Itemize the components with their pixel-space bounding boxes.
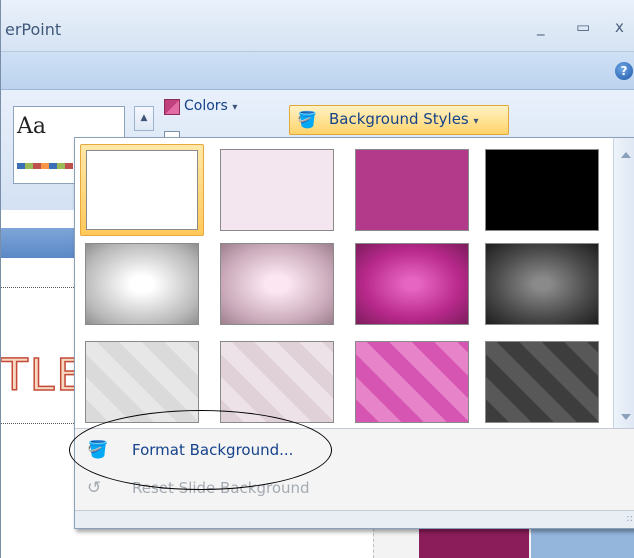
dropdown-resize-grip[interactable]: :: bbox=[75, 510, 634, 528]
app-title: erPoint bbox=[5, 20, 62, 39]
background-style-swatch bbox=[355, 341, 469, 423]
grip-icon: :: bbox=[626, 513, 633, 524]
format-background-label: Format Background... bbox=[132, 441, 294, 459]
help-icon[interactable]: ? bbox=[615, 62, 633, 80]
title-placeholder-top-border bbox=[1, 287, 76, 288]
background-style-11[interactable] bbox=[350, 336, 474, 428]
colors-icon[interactable] bbox=[164, 99, 180, 115]
reset-slide-background-label: Reset Slide Background bbox=[132, 479, 310, 497]
background-style-swatch bbox=[355, 243, 469, 325]
background-style-swatch bbox=[485, 243, 599, 325]
close-button[interactable]: x bbox=[615, 18, 624, 36]
background-style-10[interactable] bbox=[215, 336, 339, 428]
theme-preview-text: Aa bbox=[17, 114, 47, 139]
colors-label: Colors bbox=[184, 98, 228, 114]
chevron-down-icon: ▾ bbox=[232, 102, 238, 113]
background-style-4[interactable] bbox=[480, 144, 604, 236]
scroll-down-icon[interactable] bbox=[621, 414, 631, 420]
slide-canvas[interactable] bbox=[1, 258, 76, 558]
background-style-9[interactable] bbox=[80, 336, 204, 428]
background-styles-gallery bbox=[75, 138, 611, 428]
reset-icon: ↺ bbox=[87, 478, 102, 498]
slide-thumbnail-purple[interactable] bbox=[419, 528, 529, 558]
background-style-1[interactable] bbox=[80, 144, 204, 236]
chevron-down-icon: ▾ bbox=[473, 116, 479, 127]
minimize-button[interactable]: _ bbox=[537, 18, 545, 36]
background-style-swatch bbox=[85, 243, 199, 325]
slide-header-band bbox=[1, 228, 76, 258]
background-style-swatch bbox=[85, 341, 199, 423]
background-style-8[interactable] bbox=[480, 238, 604, 330]
background-styles-text: Background Styles bbox=[329, 110, 469, 128]
ribbon-tab-strip: ? bbox=[1, 52, 634, 90]
background-style-swatch bbox=[220, 243, 334, 325]
background-style-swatch bbox=[355, 149, 469, 231]
title-placeholder-bottom-border bbox=[1, 423, 76, 424]
background-style-swatch bbox=[220, 341, 334, 423]
background-style-6[interactable] bbox=[215, 238, 339, 330]
gallery-scrollbar[interactable] bbox=[613, 138, 634, 428]
background-style-7[interactable] bbox=[350, 238, 474, 330]
theme-color-bar bbox=[17, 163, 73, 169]
paint-bucket-icon: 🪣 bbox=[297, 110, 317, 129]
scroll-up-icon[interactable] bbox=[621, 152, 631, 158]
colors-button[interactable]: Colors ▾ bbox=[184, 98, 237, 114]
title-bar: erPoint _ ▭ x bbox=[1, 0, 634, 52]
background-style-3[interactable] bbox=[350, 144, 474, 236]
powerpoint-window: erPoint _ ▭ x ? Aa ▲ Colors ▾ 🪣 Backgrou… bbox=[0, 0, 634, 558]
background-style-swatch bbox=[485, 341, 599, 423]
reset-slide-background-menu-item: ↺ Reset Slide Background bbox=[81, 474, 629, 504]
background-style-swatch bbox=[86, 150, 198, 230]
theme-scroll-up-button[interactable]: ▲ bbox=[134, 106, 154, 131]
background-style-5[interactable] bbox=[80, 238, 204, 330]
restore-button[interactable]: ▭ bbox=[576, 18, 590, 36]
paint-bucket-icon: 🪣 bbox=[87, 440, 109, 460]
background-styles-label: Background Styles ▾ bbox=[329, 110, 479, 128]
background-style-2[interactable] bbox=[215, 144, 339, 236]
format-background-menu-item[interactable]: 🪣 Format Background... bbox=[81, 436, 629, 466]
background-style-swatch bbox=[220, 149, 334, 231]
slide-thumbnail-blue[interactable] bbox=[531, 528, 634, 558]
background-style-12[interactable] bbox=[480, 336, 604, 428]
background-style-swatch bbox=[485, 149, 599, 231]
